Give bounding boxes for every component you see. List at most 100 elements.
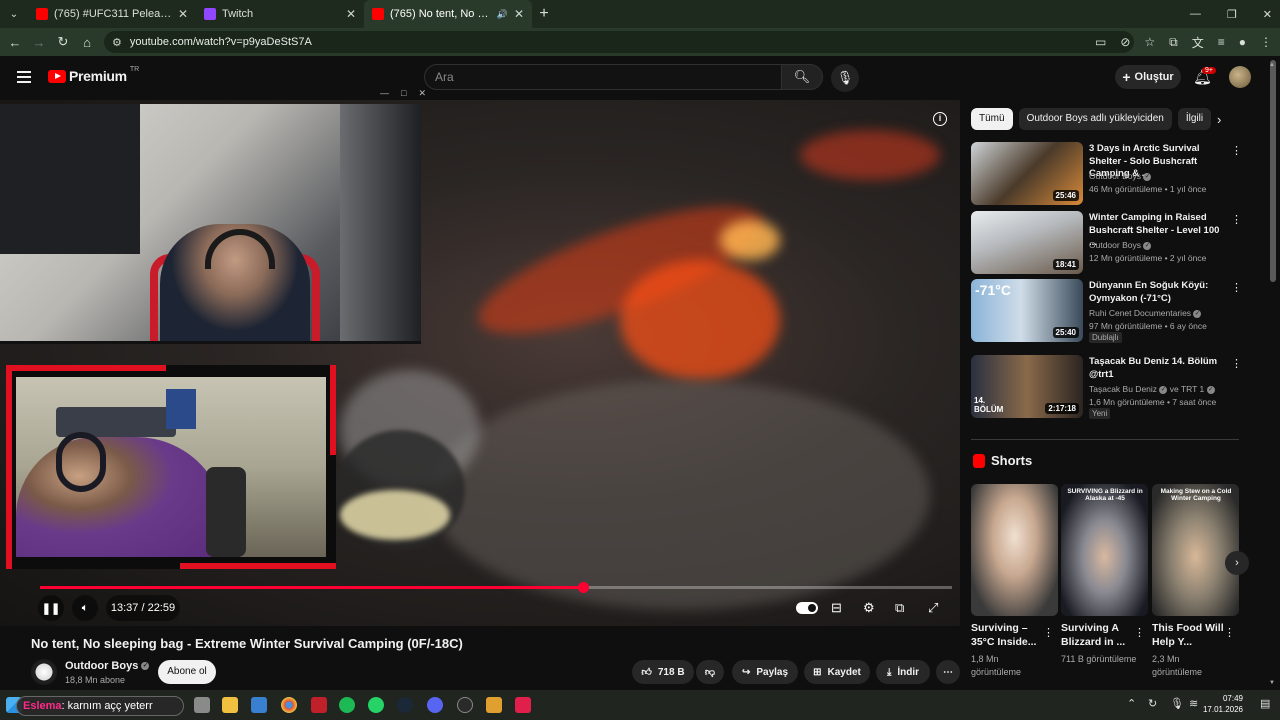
account-avatar[interactable] [1229,66,1251,88]
voice-search-button[interactable]: 🎙︎ [831,64,859,92]
autoplay-toggle[interactable] [796,602,818,614]
whatsapp-icon[interactable] [368,697,384,713]
scroll-down-icon[interactable]: ▼ [1269,680,1275,686]
file-explorer-icon[interactable] [222,697,238,713]
eye-off-icon[interactable]: ⊘ [1120,35,1130,49]
close-tab-icon[interactable]: ✕ [346,7,356,21]
more-vertical-icon[interactable]: ⋮ [1043,626,1054,639]
progress-bar[interactable] [40,582,952,593]
channel-name-link[interactable]: Outdoor Boys ✓ [65,660,150,672]
close-window-icon[interactable]: ✕ [1263,8,1272,21]
dislike-button[interactable]: 👎︎ [696,660,724,684]
miniplayer-icon[interactable]: ⧉ [895,600,904,616]
reload-icon[interactable]: ↻ [51,34,75,50]
channel-name[interactable]: Ruhi Cenet Documentaries ✓ [1089,308,1202,318]
network-sync-icon[interactable]: ↻ [1148,697,1157,710]
short-title[interactable]: This Food Will Help Y... [1152,621,1227,649]
discord-icon[interactable] [427,697,443,713]
recommendation-item[interactable]: 18:41 Winter Camping in Raised Bushcraft… [971,211,1242,275]
create-button[interactable]: + Oluştur [1115,65,1181,89]
minimize-icon[interactable]: — [1190,8,1201,20]
mic-tray-icon[interactable]: 🎙︎ [1170,697,1184,710]
more-vertical-icon[interactable]: ⋮ [1134,626,1145,639]
more-vertical-icon[interactable]: ⋮ [1224,626,1235,639]
minimize-icon[interactable]: — [380,88,389,99]
app-icon[interactable] [311,697,327,713]
video-title[interactable]: Taşacak Bu Deniz 14. Bölüm @trt1 [1089,356,1229,381]
chip-from-uploader[interactable]: Outdoor Boys adlı yükleyiciden [1018,108,1172,130]
more-vertical-icon[interactable]: ⋮ [1231,357,1242,370]
video-thumbnail[interactable]: 14. BÖLÜM 2:17:18 [971,355,1083,418]
short-thumbnail[interactable]: SURVIVING a Blizzard in Alaska at -45 [1061,484,1148,616]
channel-name[interactable]: Outdoor Boys ✓ [1089,171,1152,181]
media-controls-icon[interactable]: ≡ [1218,35,1225,49]
chip-related[interactable]: İlgili [1177,108,1212,130]
close-tab-icon[interactable]: ✕ [178,7,188,21]
video-thumbnail[interactable]: -71°C 25:40 [971,279,1083,342]
save-button[interactable]: ⊞ Kaydet [804,660,870,684]
subscribe-button[interactable]: Abone ol [158,660,216,684]
browser-menu-icon[interactable]: ⋮ [1260,35,1272,49]
play-pause-button[interactable]: ❚❚ [38,595,64,621]
close-tab-icon[interactable]: ✕ [514,7,524,21]
short-title[interactable]: Surviving A Blizzard in ... [1061,621,1136,649]
task-view-icon[interactable] [194,697,210,713]
spotify-icon[interactable] [339,697,355,713]
progress-scrubber[interactable] [577,582,589,593]
app-icon[interactable] [486,697,502,713]
video-title[interactable]: Dünyanın En Soğuk Köyü: Oymyakon (-71°C) [1089,280,1229,305]
more-vertical-icon[interactable]: ⋮ [1231,144,1242,157]
more-actions-button[interactable]: ⋯ [936,660,960,684]
notification-center-icon[interactable]: ▤ [1260,697,1270,710]
search-button[interactable]: 🔍︎ [781,64,823,90]
short-thumbnail[interactable]: Making Stew on a Cold Winter Camping [1152,484,1239,616]
fullscreen-icon[interactable]: ⤢ [928,600,938,616]
channel-avatar[interactable] [31,659,57,685]
close-icon[interactable]: ✕ [418,88,426,99]
channel-name[interactable]: Taşacak Bu Deniz ✓ ve TRT 1 ✓ [1089,384,1215,394]
site-info-icon[interactable]: ⚙ [112,36,122,49]
more-vertical-icon[interactable]: ⋮ [1231,213,1242,226]
like-button[interactable]: 👍︎ 718 B [632,660,694,684]
forward-icon[interactable]: → [27,35,51,50]
home-icon[interactable]: ⌂ [75,35,99,50]
video-thumbnail[interactable]: 18:41 [971,211,1083,274]
cast-icon[interactable]: ▭ [1095,35,1106,49]
download-button[interactable]: ⤓ İndir [876,660,930,684]
subtitles-icon[interactable]: ⊟ [831,600,842,616]
shorts-next-button[interactable]: › [1225,551,1249,575]
short-thumbnail[interactable] [971,484,1058,616]
channel-name[interactable]: Outdoor Boys ✓ [1089,240,1152,250]
chip-all[interactable]: Tümü [971,108,1013,130]
tab-twitch[interactable]: Twitch ✕ [196,0,364,28]
restore-icon[interactable]: ❐ [1227,8,1237,21]
tab-search-dropdown-icon[interactable]: ⌄ [0,9,28,20]
share-button[interactable]: ↪ Paylaş [732,660,798,684]
scroll-up-icon[interactable]: ▲ [1269,62,1275,68]
app-icon[interactable] [457,697,473,713]
profile-avatar-icon[interactable]: ● [1239,35,1246,49]
page-scrollbar[interactable] [1270,60,1276,282]
tab-ufc[interactable]: (765) #UFC311 Pelea Completa ✕ [28,0,196,28]
search-input[interactable]: Ara [424,64,782,90]
short-title[interactable]: Surviving – 35°C Inside... [971,621,1046,649]
address-bar[interactable]: ⚙ youtube.com/watch?v=p9yaDeStS7A [104,31,1134,53]
streaming-app-icon[interactable] [515,697,531,713]
chrome-icon[interactable] [281,697,297,713]
recommendation-item[interactable]: -71°C 25:40 Dünyanın En Soğuk Köyü: Oymy… [971,279,1242,343]
tray-chevron-icon[interactable]: ⌃ [1127,697,1136,710]
more-vertical-icon[interactable]: ⋮ [1231,281,1242,294]
translate-icon[interactable]: 文 [1192,34,1204,51]
youtube-premium-logo[interactable]: Premium TR [48,66,139,84]
recommendation-item[interactable]: 25:46 3 Days in Arctic Survival Shelter … [971,142,1242,206]
extensions-icon[interactable]: ⧉ [1169,35,1178,50]
back-icon[interactable]: ← [3,35,27,50]
tab-current-video[interactable]: (765) No tent, No sleeping 🔊 ✕ [364,0,532,28]
recommendation-item[interactable]: 14. BÖLÜM 2:17:18 Taşacak Bu Deniz 14. B… [971,355,1242,419]
speaker-icon[interactable]: 🔊 [497,9,508,20]
volume-button[interactable]: 🔈︎ [72,595,98,621]
video-thumbnail[interactable]: 25:46 [971,142,1083,205]
store-icon[interactable] [251,697,267,713]
bookmark-star-icon[interactable]: ☆ [1144,35,1155,49]
system-clock[interactable]: 07:49 17.01.2026 [1203,693,1243,715]
